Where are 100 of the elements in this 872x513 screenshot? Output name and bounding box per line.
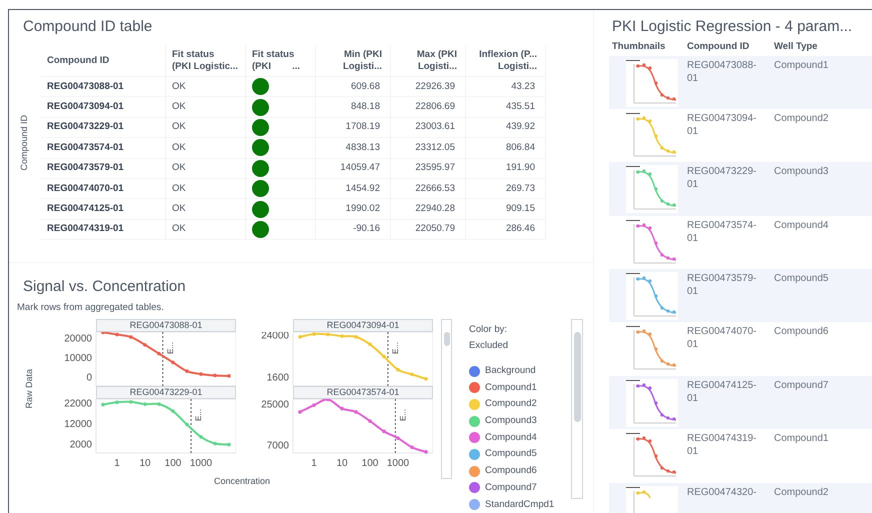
table-cell-text: REG00473094- 01 [687,112,758,139]
data-point [213,442,217,446]
table-cell-text: 1708.19 [346,120,380,134]
table-cell: 609.68 [350,80,380,94]
table-cell-text: 1990.02 [346,202,380,216]
table-cell-text: 22806.69 [415,100,455,114]
data-point [199,372,203,376]
data-point [171,409,175,413]
data-point [101,332,105,334]
tick-label: 1 [114,458,120,469]
table-cell-text: REG00473574- 01 [687,218,758,246]
data-point [382,429,386,433]
column-header: Compound ID [41,45,166,76]
data-point [354,410,358,414]
tick-label: 1000 [386,458,410,469]
data-point [143,402,147,406]
axis-label: Concentration [214,474,270,488]
column-header: Compound ID [687,40,750,54]
chart-title: REG00473094-01 [293,318,433,332]
table-cell-text: 286.46 [506,222,535,236]
thumbnail-axes-drawing [626,273,676,317]
tick-label: 10000 [64,352,92,364]
axis-label: Compound ID [18,114,30,170]
legend-title: Color by: [469,322,508,337]
table-cell: REG00473574-01 [47,140,124,155]
table-cell-text: 909.15 [506,202,535,216]
table-cell-text: REG00474070- 01 [687,325,758,352]
data-point [354,334,358,338]
thumbnail-axes-drawing [626,486,640,513]
thumbnail-axes-drawing [626,112,676,156]
table-cell-text: Compound2 [774,112,828,125]
table-cell-text: OK [172,222,186,236]
dashed-marker-line [162,332,164,386]
table-cell: 23595.97 [415,161,455,176]
column-header: Inflexion (P... Logisti... [466,45,546,76]
table-cell: 22666.53 [415,182,455,196]
column-header: Max (PKI Logisti... [391,45,466,76]
table-cell: 806.84 [506,140,535,155]
table-cell: 23312.05 [415,140,455,155]
column-header: Fit status (PKI Logistic... [166,45,246,76]
table-cell-text: Compound6 [774,325,828,338]
data-point [410,445,414,449]
data-point [368,342,372,346]
scrollbar[interactable] [571,318,583,499]
table-cell: 191.90 [506,161,535,176]
table-cell: REG00473088-01 [47,80,124,94]
data-point [171,360,175,364]
data-point [382,354,386,358]
table-cell-text: Compound1 [774,58,828,72]
table-cell-text: 435.51 [506,100,535,114]
tick-label: 12000 [64,418,92,430]
table-cell-text: 22050.79 [415,222,455,236]
tick-label: 0 [86,372,92,384]
thumbnail-axes-drawing [626,380,676,424]
table-cell-text: Compound5 [774,272,828,286]
tick-label: 1 [311,458,317,469]
table-cell-text: 439.92 [506,120,535,134]
data-point [101,402,105,406]
table-cell: OK [172,80,186,94]
legend-label: Compound3 [485,414,537,428]
table-cell-text: Compound2 [774,486,828,499]
table-cell-text: OK [172,100,186,114]
table-cell: 1454.92 [346,182,380,196]
thumbnail-axes-drawing [626,326,676,370]
marker-label: E... [390,342,400,354]
table-cell-text: REG00474125- 01 [687,378,758,406]
table-cell: REG00474070-01 [47,182,124,196]
data-point [368,419,372,423]
data-point [157,402,161,406]
table-cell-text: REG00473579- 01 [687,272,758,300]
table-cell-text: Compound3 [774,165,828,178]
table-cell-text: OK [172,120,186,134]
legend-label: Compound1 [485,380,537,395]
tick-label: 25000 [261,399,289,410]
data-point [227,374,231,378]
table-cell-text: REG00474320- [687,486,758,500]
data-point [129,335,133,339]
data-point [185,369,189,373]
table-cell-text: 23003.61 [415,120,455,134]
legend-label: Background [485,364,536,378]
subtitle: Mark rows from aggregated tables. [16,300,165,315]
panel-title: Signal vs. Concentration [22,276,187,297]
scrollbar[interactable] [441,318,452,479]
tick-label: 1600 [266,372,289,384]
marker-label: E... [166,342,175,354]
legend-label: StandardCmpd1 [485,498,554,512]
legend-label: Compound2 [485,397,537,412]
table-cell-text: OK [172,202,186,216]
thumbnail-axes-drawing [626,60,676,103]
table-cell-text: REG00474125-01 [47,202,124,216]
chart-title: REG00473574-01 [293,386,433,399]
table-cell: REG00473579-01 [47,161,124,176]
data-point [185,422,189,426]
column-header: Thumbnails [611,40,666,54]
data-point [396,368,400,372]
dashed-marker-line [394,398,396,454]
chart-title: REG00473088-01 [96,318,236,332]
data-point [326,332,330,336]
tick-label: 10 [336,458,348,469]
tick-label: 100 [164,458,182,469]
